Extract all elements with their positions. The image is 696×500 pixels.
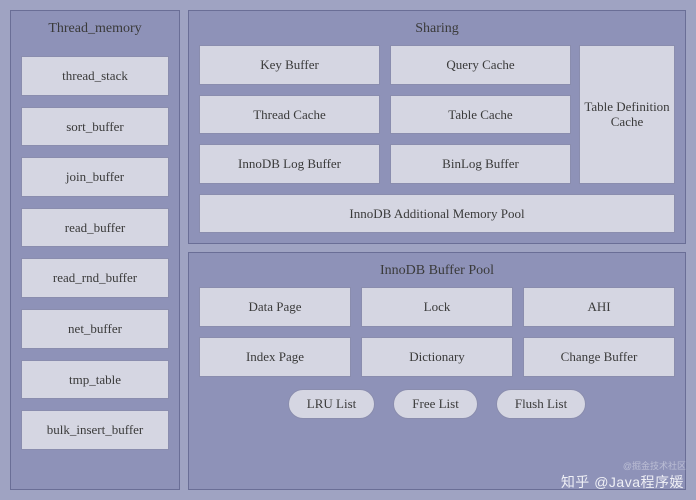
sharing-item: Query Cache [390, 45, 571, 85]
table-definition-cache: Table Definition Cache [579, 45, 675, 184]
diagram-root: Thread_memory thread_stack sort_buffer j… [10, 10, 686, 490]
innodb-list-pill: Flush List [496, 389, 586, 419]
innodb-item: AHI [523, 287, 675, 327]
innodb-buffer-pool-panel: InnoDB Buffer Pool Data Page Lock AHI In… [188, 252, 686, 490]
innodb-list-pill: LRU List [288, 389, 375, 419]
sharing-item: InnoDB Log Buffer [199, 144, 380, 184]
sharing-grid: Key Buffer Query Cache Thread Cache Tabl… [199, 45, 571, 184]
thread-memory-title: Thread_memory [21, 17, 169, 45]
thread-memory-item: join_buffer [21, 157, 169, 197]
thread-memory-item: net_buffer [21, 309, 169, 349]
innodb-item: Data Page [199, 287, 351, 327]
thread-memory-item: read_rnd_buffer [21, 258, 169, 298]
sharing-item: Thread Cache [199, 95, 380, 135]
thread-memory-item: bulk_insert_buffer [21, 410, 169, 450]
thread-memory-panel: Thread_memory thread_stack sort_buffer j… [10, 10, 180, 490]
innodb-title: InnoDB Buffer Pool [199, 259, 675, 287]
thread-memory-item: thread_stack [21, 56, 169, 96]
right-column: Sharing Key Buffer Query Cache Thread Ca… [188, 10, 686, 490]
innodb-lists: LRU List Free List Flush List [199, 389, 675, 419]
innodb-item: Index Page [199, 337, 351, 377]
innodb-item: Change Buffer [523, 337, 675, 377]
sharing-title: Sharing [199, 17, 675, 45]
thread-memory-item: sort_buffer [21, 107, 169, 147]
thread-memory-item: read_buffer [21, 208, 169, 248]
sharing-item: BinLog Buffer [390, 144, 571, 184]
sharing-body: Key Buffer Query Cache Thread Cache Tabl… [199, 45, 675, 184]
sharing-panel: Sharing Key Buffer Query Cache Thread Ca… [188, 10, 686, 244]
innodb-grid: Data Page Lock AHI Index Page Dictionary… [199, 287, 675, 376]
innodb-list-pill: Free List [393, 389, 478, 419]
thread-memory-item: tmp_table [21, 360, 169, 400]
innodb-item: Dictionary [361, 337, 513, 377]
innodb-item: Lock [361, 287, 513, 327]
sharing-item: Table Cache [390, 95, 571, 135]
innodb-additional-memory-pool: InnoDB Additional Memory Pool [199, 194, 675, 234]
sharing-item: Key Buffer [199, 45, 380, 85]
